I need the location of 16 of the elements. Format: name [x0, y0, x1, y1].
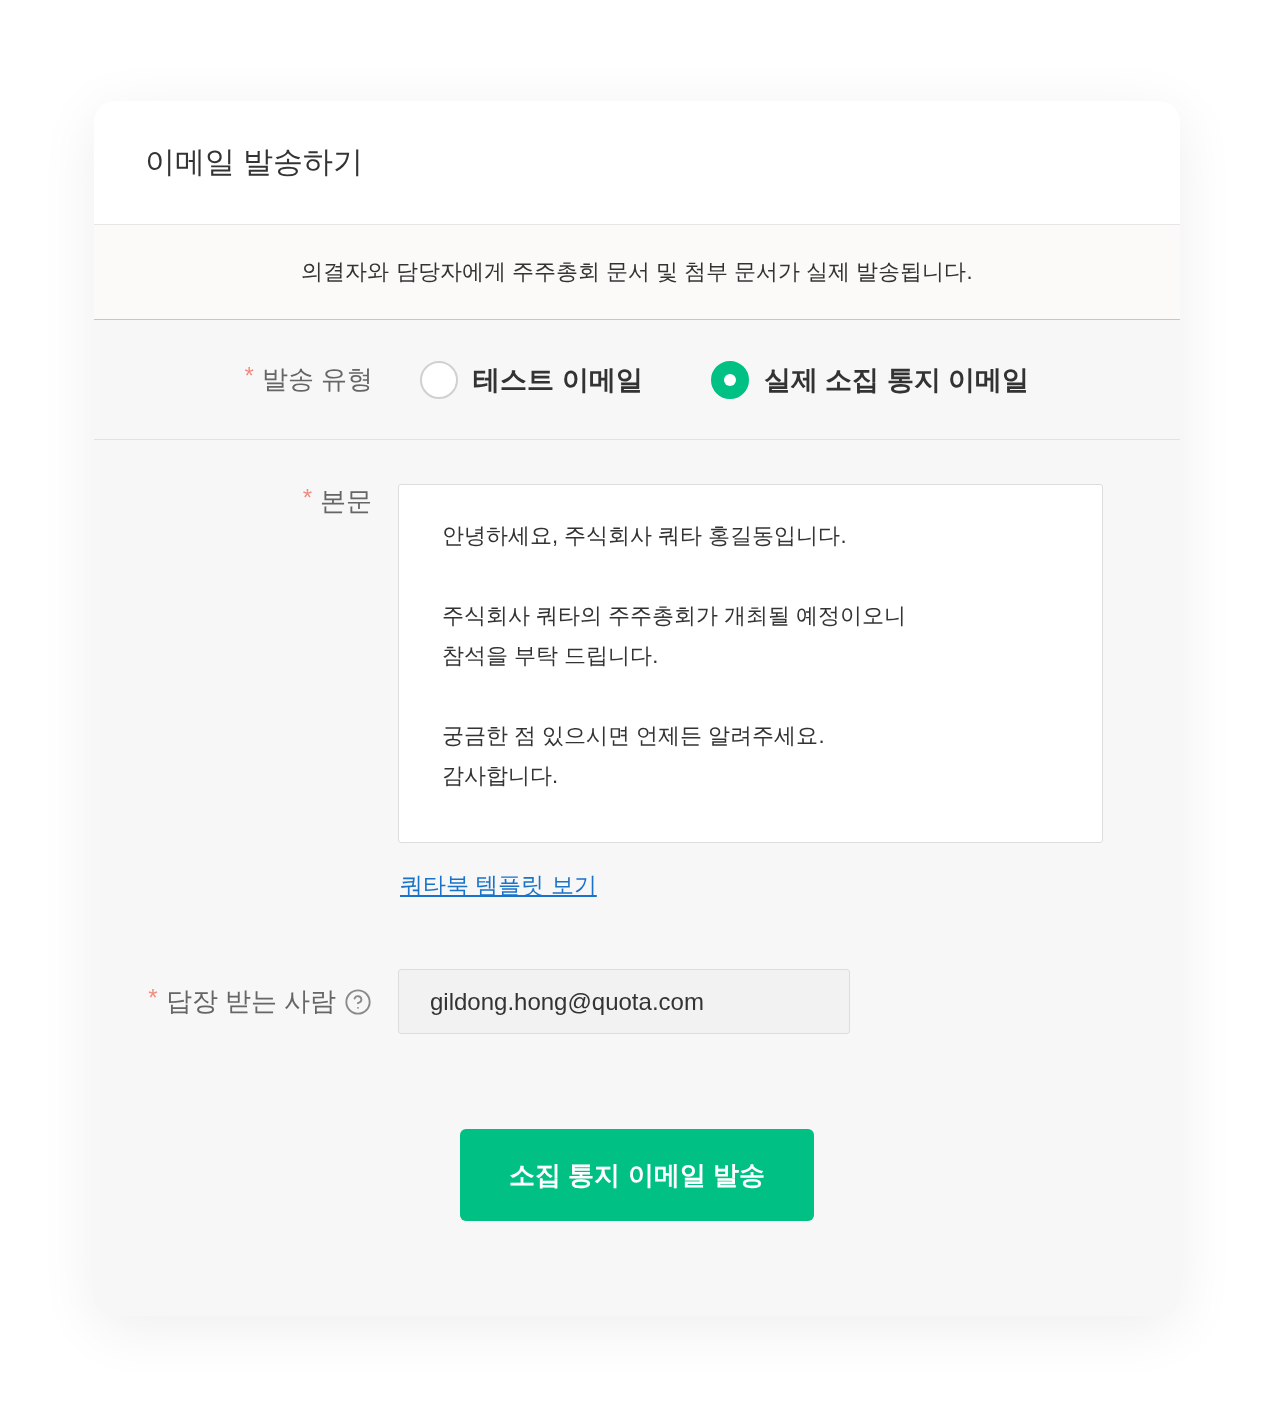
body-textarea[interactable]: 안녕하세요, 주식회사 쿼타 홍길동입니다. 주식회사 쿼타의 주주총회가 개최될 예정이오니 참석을 부탁 드립니다. 궁금한 점 있으시면 언제든 알려주세요. 감사합니다. [398, 484, 1103, 843]
field-label: 본문 [320, 485, 372, 518]
required-mark: * [244, 362, 254, 388]
radio-label[interactable]: 테스트 이메일 [473, 361, 643, 398]
notice-text: 의결자와 담당자에게 주주총회 문서 및 첨부 문서가 실제 발송됩니다. [301, 258, 973, 286]
radio-button[interactable] [710, 360, 749, 399]
dialog-title: 이메일 발송하기 [145, 144, 364, 180]
required-mark: * [148, 984, 158, 1010]
radio-button[interactable] [420, 360, 458, 399]
field-label: 발송 유형 [261, 363, 373, 396]
email-field[interactable]: gildong.hong@quota.com [398, 969, 850, 1034]
required-mark: * [302, 484, 312, 510]
field-label: 답장 받는 사람 [165, 985, 336, 1018]
help-icon[interactable] [344, 987, 372, 1016]
radio-label[interactable]: 실제 소집 통지 이메일 [763, 361, 1030, 398]
template-link[interactable]: 쿼타북 템플릿 보기 [400, 872, 597, 898]
